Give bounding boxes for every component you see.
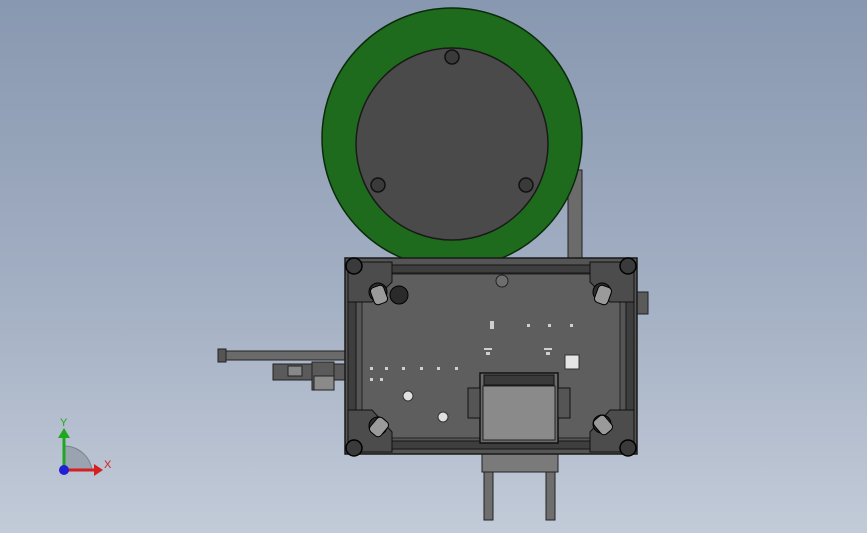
plate-hole-low xyxy=(437,411,449,423)
center-box-top xyxy=(483,374,555,386)
triad-y-label: Y xyxy=(60,417,68,429)
disc-hole-top xyxy=(444,49,460,65)
left-rail xyxy=(347,299,357,411)
center-box-side-left xyxy=(467,387,481,419)
leg-bottom-left xyxy=(483,469,494,521)
center-box-side-right xyxy=(557,387,571,419)
foot-tl[interactable] xyxy=(345,257,363,275)
leg-bracket xyxy=(481,451,559,473)
foot-tr[interactable] xyxy=(619,257,637,275)
leg-bottom-right xyxy=(545,469,556,521)
cad-viewport[interactable]: Y X xyxy=(0,0,867,533)
disc-hole-left xyxy=(370,177,386,193)
triad-x-arrow xyxy=(94,464,103,476)
top-rail xyxy=(361,264,621,274)
round-knob[interactable] xyxy=(389,285,409,305)
square-pad xyxy=(564,354,580,370)
plate-hole-top xyxy=(495,274,509,288)
rod-clamp-plate xyxy=(313,375,335,391)
dark-disc[interactable] xyxy=(355,47,549,241)
right-rail xyxy=(625,299,635,411)
left-rod-cap xyxy=(217,348,227,363)
disc-hole-right xyxy=(518,177,534,193)
plate-hole-mid xyxy=(402,390,414,402)
triad-y-arrow xyxy=(58,428,70,438)
center-box-inner xyxy=(482,385,556,441)
coordinate-triad: Y X xyxy=(58,417,112,476)
triad-x-label: X xyxy=(104,459,112,471)
rod-block xyxy=(287,365,303,377)
foot-bl[interactable] xyxy=(345,439,363,457)
triad-z-axis xyxy=(59,465,69,475)
rod-bracket xyxy=(272,363,349,381)
foot-br[interactable] xyxy=(619,439,637,457)
triad-arc xyxy=(63,445,93,471)
left-rod[interactable] xyxy=(217,350,349,361)
